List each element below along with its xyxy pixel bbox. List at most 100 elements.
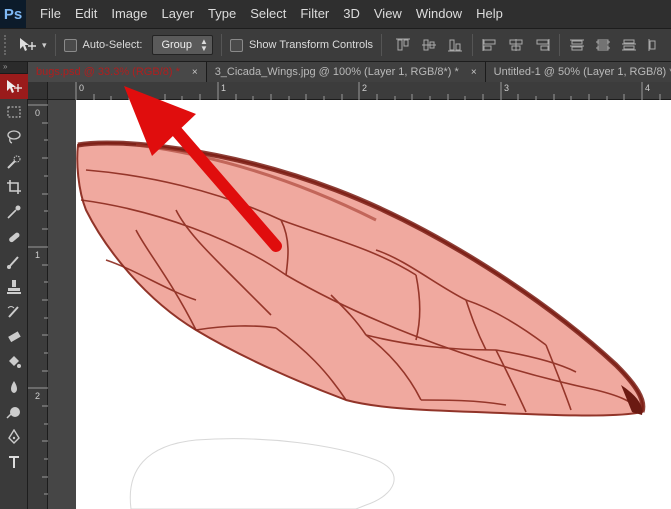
tool-eraser[interactable] [0, 324, 28, 349]
ruler-label: 2 [362, 83, 368, 93]
menu-image[interactable]: Image [104, 0, 154, 28]
align-left-icon [482, 39, 496, 51]
paint-bucket-icon [9, 355, 21, 368]
photoshop-logo: Ps [0, 0, 26, 28]
chevron-down-icon: ▾ [42, 39, 47, 50]
ruler-label: 4 [645, 83, 651, 93]
vertical-ruler[interactable]: 0 1 2 [28, 100, 48, 509]
document-tabs: bugs.psd @ 33.3% (RGB/8) * × 3_Cicada_Wi… [28, 62, 671, 82]
distribute-top-icon [570, 39, 585, 51]
align-right-icon [536, 39, 550, 51]
auto-select-label: Auto-Select: [82, 39, 143, 51]
options-bar: ▾ Auto-Select: Group ▲ ▼ Show Transform C… [0, 28, 671, 62]
distribute-left-button[interactable] [644, 35, 666, 55]
align-left-button[interactable] [479, 35, 501, 55]
menu-window[interactable]: Window [409, 0, 469, 28]
marquee-icon [7, 106, 21, 117]
clone-stamp-icon [7, 279, 21, 294]
tool-paint-bucket[interactable] [0, 349, 28, 374]
type-icon [9, 455, 19, 468]
auto-select-checkbox[interactable] [63, 38, 77, 52]
align-vcenter-button[interactable] [418, 35, 440, 55]
tools-panel-header[interactable]: » [0, 62, 27, 74]
tool-history-brush[interactable] [0, 299, 28, 324]
distribute-vcenter-icon [596, 39, 611, 51]
tool-clone-stamp[interactable] [0, 274, 28, 299]
menu-bar: Ps File Edit Image Layer Type Select Fil… [0, 0, 671, 28]
tool-lasso[interactable] [0, 124, 28, 149]
healing-brush-icon [9, 232, 20, 242]
align-right-button[interactable] [531, 35, 553, 55]
crop-icon [7, 179, 21, 194]
ruler-label: 0 [79, 83, 85, 93]
menu-layer[interactable]: Layer [155, 0, 202, 28]
horizontal-ruler[interactable]: 0 1 2 3 4 [48, 82, 671, 100]
menu-help[interactable]: Help [469, 0, 510, 28]
divider [381, 34, 383, 56]
tab-untitled-1[interactable]: Untitled-1 @ 50% (Layer 1, RGB/8) * × [485, 62, 671, 82]
distribute-vcenter-button[interactable] [592, 35, 614, 55]
pen-icon [8, 428, 20, 444]
blur-icon [11, 380, 17, 393]
close-icon[interactable]: × [471, 67, 477, 78]
align-hcenter-button[interactable] [505, 35, 527, 55]
tool-move[interactable] [0, 74, 28, 99]
divider [220, 34, 222, 56]
ruler-label: 1 [35, 250, 41, 260]
align-vcenter-icon [422, 39, 437, 51]
menu-type[interactable]: Type [201, 0, 243, 28]
menu-3d[interactable]: 3D [336, 0, 367, 28]
eyedropper-icon [7, 205, 21, 219]
tool-healing-brush[interactable] [0, 224, 28, 249]
menu-view[interactable]: View [367, 0, 409, 28]
tool-quick-select[interactable] [0, 149, 28, 174]
document-canvas[interactable] [76, 100, 671, 509]
tab-bugs-psd[interactable]: bugs.psd @ 33.3% (RGB/8) * × [28, 62, 207, 82]
ruler-ticks [28, 104, 48, 495]
tool-dodge[interactable] [0, 399, 28, 424]
stepper-arrows-icon: ▲ ▼ [200, 37, 208, 53]
auto-select-dropdown[interactable]: Group ▲ ▼ [152, 35, 213, 55]
eraser-icon [8, 330, 21, 342]
align-top-button[interactable] [392, 35, 414, 55]
tool-pen[interactable] [0, 424, 28, 449]
show-transform-label: Show Transform Controls [248, 39, 374, 51]
distribute-top-button[interactable] [566, 35, 588, 55]
tool-brush[interactable] [0, 249, 28, 274]
quick-select-icon [7, 155, 21, 169]
tool-marquee[interactable] [0, 99, 28, 124]
tool-eyedropper[interactable] [0, 199, 28, 224]
menu-select[interactable]: Select [243, 0, 293, 28]
close-icon[interactable]: × [192, 67, 198, 78]
lasso-icon [7, 129, 21, 144]
menu-edit[interactable]: Edit [68, 0, 104, 28]
tool-crop[interactable] [0, 174, 28, 199]
tab-label: bugs.psd @ 33.3% (RGB/8) * [36, 66, 180, 78]
tab-label: 3_Cicada_Wings.jpg @ 100% (Layer 1, RGB/… [214, 66, 459, 78]
align-bottom-button[interactable] [444, 35, 466, 55]
distribute-bottom-icon [622, 39, 637, 51]
tool-type[interactable] [0, 449, 28, 474]
tool-blur[interactable] [0, 374, 28, 399]
divider [559, 34, 561, 56]
divider [54, 34, 56, 56]
tool-preset-picker[interactable]: ▾ [18, 37, 47, 53]
tab-cicada-wings[interactable]: 3_Cicada_Wings.jpg @ 100% (Layer 1, RGB/… [206, 62, 486, 82]
align-bottom-icon [448, 39, 463, 52]
auto-select-value: Group [161, 39, 193, 51]
panel-grip[interactable] [4, 35, 10, 55]
ruler-origin[interactable] [28, 82, 48, 100]
move-icon [7, 79, 22, 93]
move-icon [20, 38, 36, 51]
show-transform-checkbox[interactable] [229, 38, 243, 52]
divider [472, 34, 474, 56]
history-brush-icon [7, 305, 19, 318]
brush-icon [7, 255, 19, 269]
menu-file[interactable]: File [36, 0, 68, 28]
distribute-left-icon [648, 39, 656, 51]
ruler-label: 0 [35, 108, 41, 118]
dodge-icon [6, 406, 20, 419]
menu-filter[interactable]: Filter [293, 0, 336, 28]
align-hcenter-icon [509, 39, 523, 51]
distribute-bottom-button[interactable] [618, 35, 640, 55]
